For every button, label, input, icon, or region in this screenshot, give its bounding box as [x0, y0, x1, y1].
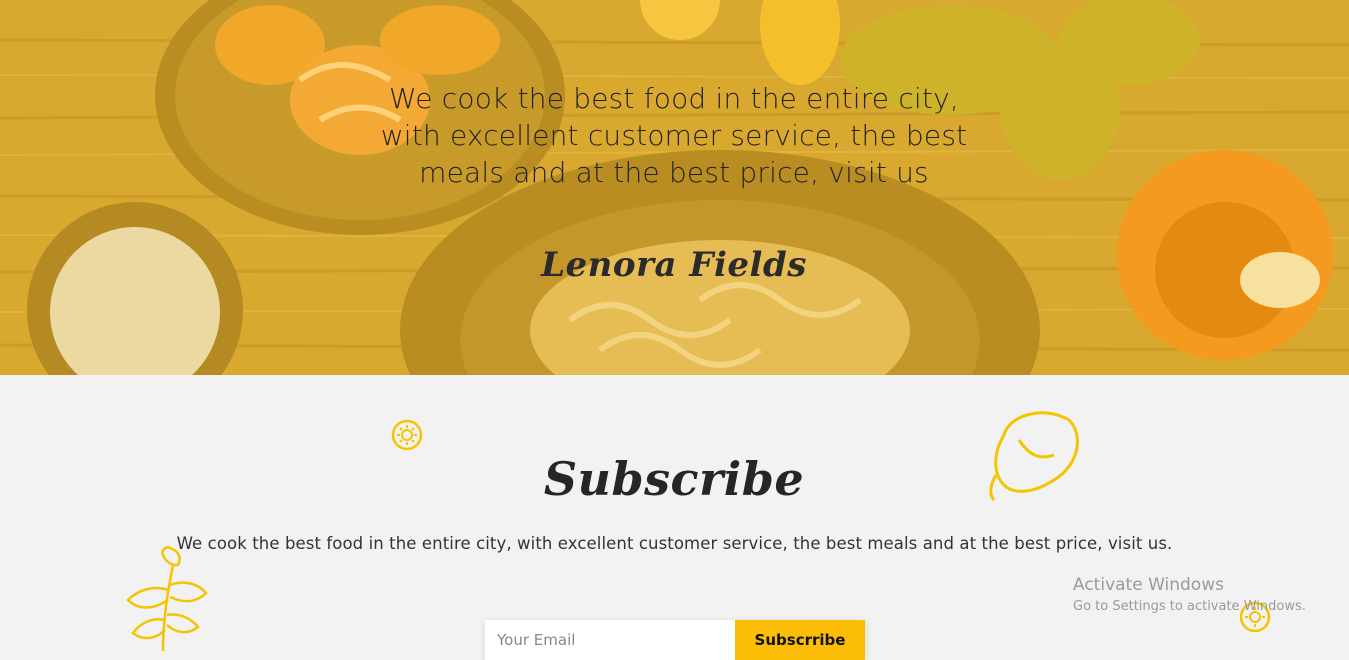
- hero-author-signature: Lenora Fields: [541, 245, 807, 285]
- watermark-title: Activate Windows: [1073, 575, 1224, 595]
- subscribe-form: Subscrribe: [485, 620, 865, 660]
- pepper-icon: [989, 411, 1079, 502]
- windows-activation-watermark: Activate Windows Go to Settings to activ…: [1073, 575, 1306, 614]
- hero-quote: We cook the best food in the entire city…: [380, 82, 968, 189]
- email-input[interactable]: [485, 620, 735, 660]
- watermark-subtitle: Go to Settings to activate Windows.: [1073, 599, 1306, 614]
- parsley-icon: [126, 545, 208, 651]
- sun-icon: [391, 419, 423, 451]
- subscribe-button[interactable]: Subscrribe: [735, 620, 865, 660]
- subscribe-title: Subscribe: [543, 452, 805, 506]
- hero-banner: We cook the best food in the entire city…: [0, 0, 1349, 375]
